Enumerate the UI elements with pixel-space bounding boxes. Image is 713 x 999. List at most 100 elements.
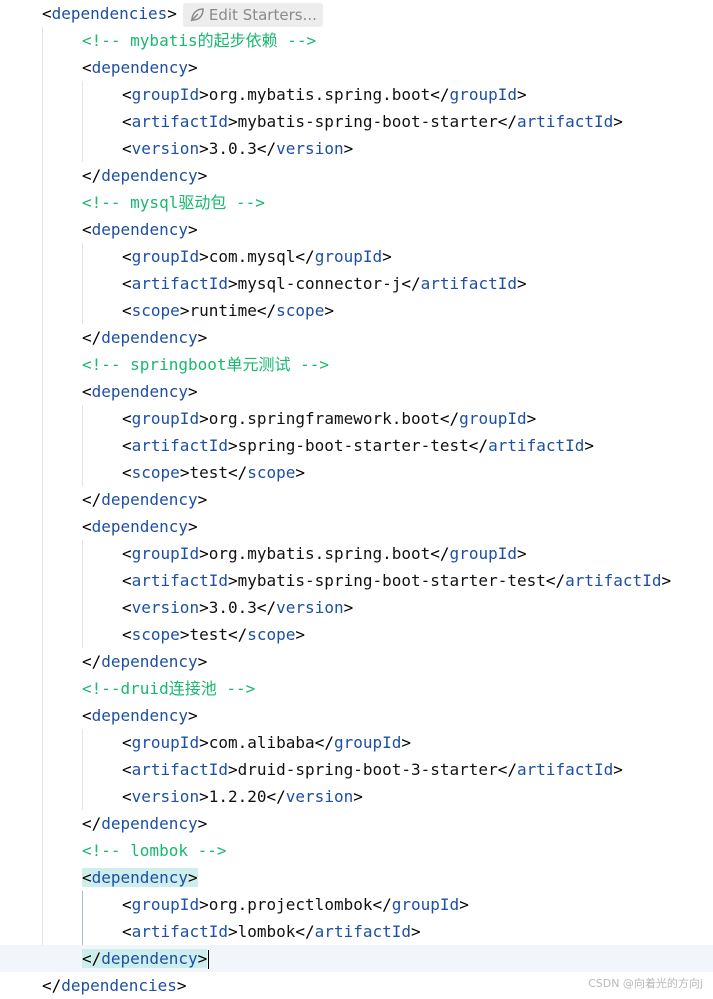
code-line[interactable]: </dependency> [0,324,713,351]
xml-bracket: > [167,4,177,23]
xml-bracket: > [227,436,238,455]
xml-tag-name: groupId [314,247,383,266]
xml-tag-name: dependencies [51,4,168,23]
code-line[interactable]: <groupId>org.mybatis.spring.boot</groupI… [0,540,713,567]
code-line[interactable]: </dependency> [0,810,713,837]
code-line[interactable]: <!-- mybatis的起步依赖 --> [0,27,713,54]
xml-bracket: > [199,139,209,158]
xml-comment: <!--druid连接池 --> [82,679,256,698]
xml-bracket: </ [497,112,517,131]
xml-bracket: </ [82,328,102,347]
code-line[interactable]: <groupId>com.alibaba</groupId> [0,729,713,756]
xml-tag-name: version [276,598,344,617]
code-line[interactable]: <groupId>org.mybatis.spring.boot</groupI… [0,81,713,108]
xml-bracket: < [122,112,132,131]
code-line[interactable]: <dependency> [0,513,713,540]
code-line[interactable]: <groupId>com.mysql</groupId> [0,243,713,270]
xml-bracket: < [122,301,132,320]
xml-tag-name: dependency [101,490,198,509]
code-line[interactable]: <dependency> [0,54,713,81]
xml-text-value: com.mysql [208,247,296,266]
code-line[interactable]: <scope>test</scope> [0,621,713,648]
code-line[interactable]: <version>3.0.3</version> [0,594,713,621]
xml-text-value: org.projectlombok [208,895,373,914]
xml-bracket: > [584,436,595,455]
code-line[interactable]: <scope>runtime</scope> [0,297,713,324]
xml-bracket: > [199,895,209,914]
xml-tag-name: version [131,787,200,806]
code-line[interactable]: <artifactId>mysql-connector-j</artifactI… [0,270,713,297]
code-line[interactable]: <artifactId>mybatis-spring-boot-starter-… [0,567,713,594]
code-line[interactable]: </dependency> [0,945,713,972]
xml-bracket: > [613,760,623,779]
code-line[interactable]: <artifactId>lombok</artifactId> [0,918,713,945]
code-line[interactable]: <scope>test</scope> [0,459,713,486]
code-line[interactable]: <dependency> [0,864,713,891]
xml-bracket: > [197,490,208,509]
xml-tag-name: groupId [449,85,517,104]
xml-tag-name: dependency [91,706,188,725]
code-line[interactable]: </dependency> [0,648,713,675]
code-line[interactable]: <dependency> [0,702,713,729]
xml-text-value: test [189,625,228,644]
xml-bracket: > [401,733,412,752]
codelens-label: Edit Starters... [208,5,317,24]
edit-starters-codelens[interactable]: Edit Starters... [182,2,323,27]
code-line[interactable]: </dependency> [0,162,713,189]
xml-bracket: < [122,463,132,482]
xml-bracket: > [411,922,421,941]
xml-tag-name: groupId [449,544,517,563]
code-line[interactable]: <dependencies> Edit Starters... [0,0,713,27]
xml-tag-name: scope [247,463,296,482]
xml-bracket: </ [266,787,286,806]
xml-bracket: < [82,382,92,401]
xml-bracket: < [82,706,92,725]
xml-tag-name: groupId [131,895,200,914]
xml-bracket: > [199,598,209,617]
xml-bracket: < [122,571,132,590]
xml-bracket: < [42,4,52,23]
code-line[interactable]: </dependency> [0,486,713,513]
xml-tag-name: version [131,598,200,617]
watermark: CSDN @向着光的方向j [588,977,703,990]
xml-bracket: > [187,382,198,401]
code-line[interactable]: <version>3.0.3</version> [0,135,713,162]
xml-tag-name: scope [247,625,296,644]
xml-bracket: </ [295,247,315,266]
code-line[interactable]: <!--druid连接池 --> [0,675,713,702]
xml-bracket: > [353,787,363,806]
xml-bracket: < [122,625,132,644]
xml-bracket: </ [256,301,277,320]
xml-text-value: org.mybatis.spring.boot [208,544,431,563]
xml-bracket: < [122,922,132,941]
code-line[interactable]: <artifactId>mybatis-spring-boot-starter<… [0,108,713,135]
code-line[interactable]: <groupId>org.springframework.boot</group… [0,405,713,432]
xml-bracket: > [516,85,527,104]
xml-tag-name: groupId [131,733,200,752]
xml-bracket: </ [430,85,450,104]
code-line[interactable]: <!-- springboot单元测试 --> [0,351,713,378]
xml-text-value: spring-boot-starter-test [237,436,469,455]
code-line[interactable]: <groupId>org.projectlombok</groupId> [0,891,713,918]
xml-tag-name: groupId [131,409,200,428]
code-line[interactable]: <!-- lombok --> [0,837,713,864]
code-line[interactable]: <artifactId>druid-spring-boot-3-starter<… [0,756,713,783]
xml-bracket: </ [295,922,315,941]
xml-tag-name: artifactId [516,112,614,131]
code-line[interactable]: <dependency> [0,216,713,243]
xml-text-value: druid-spring-boot-3-starter [237,760,498,779]
xml-tag-name: groupId [131,85,200,104]
xml-bracket: > [197,652,208,671]
xml-tag-name: dependency [91,517,188,536]
xml-bracket: > [179,463,190,482]
xml-tag-name: artifactId [131,436,228,455]
code-line[interactable]: <artifactId>spring-boot-starter-test</ar… [0,432,713,459]
code-editor[interactable]: <dependencies> Edit Starters... <!-- mybat… [0,0,713,997]
xml-tag-name: groupId [391,895,460,914]
xml-bracket: > [295,625,306,644]
code-line[interactable]: <!-- mysql驱动包 --> [0,189,713,216]
code-line[interactable]: <dependency> [0,378,713,405]
code-line[interactable]: <version>1.2.20</version> [0,783,713,810]
xml-tag-name: dependency [91,868,188,887]
xml-tag-name: artifactId [516,760,614,779]
